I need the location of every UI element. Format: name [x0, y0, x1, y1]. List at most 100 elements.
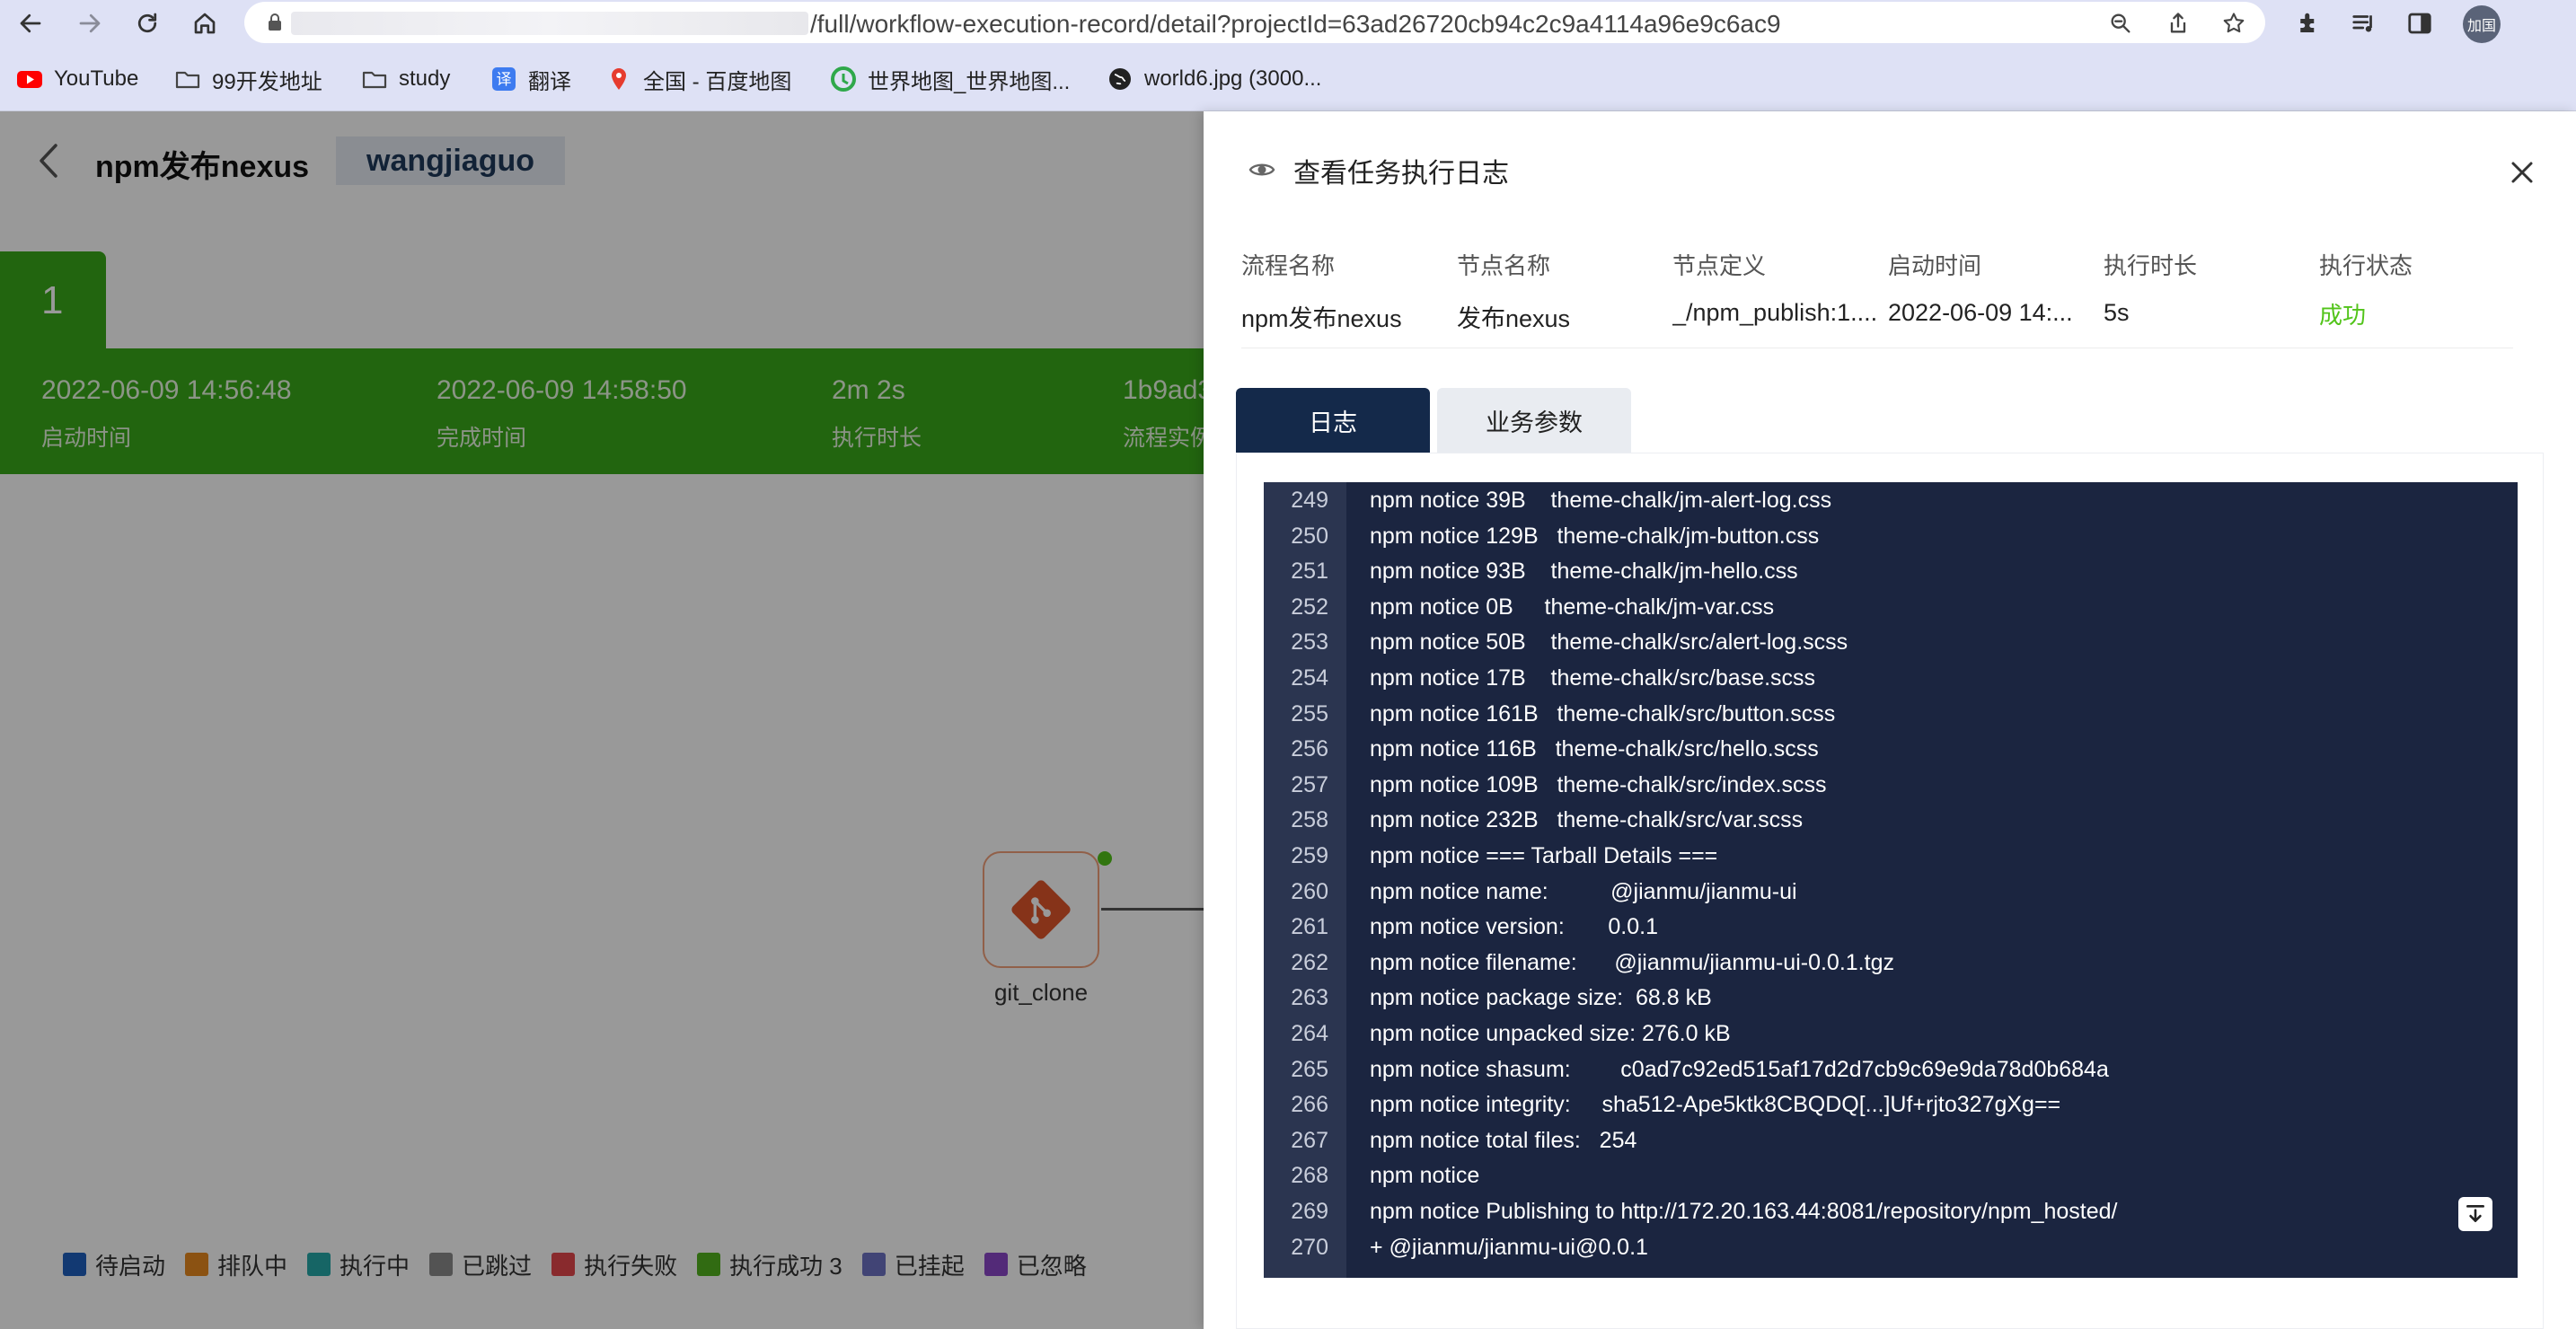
info-column: 流程名称 npm发布nexus [1241, 248, 1450, 334]
log-line: 260 npm notice name: @jianmu/jianmu-ui [1264, 874, 2518, 910]
info-header: 节点定义 [1672, 252, 1767, 279]
log-text: npm notice integrity: sha512-Ape5ktk8CBQ… [1370, 1092, 2061, 1118]
line-number: 264 [1291, 1021, 1328, 1046]
globe-icon [1107, 66, 1134, 92]
line-number: 267 [1291, 1127, 1328, 1153]
modal-mask[interactable] [0, 111, 1204, 1329]
log-text: npm notice [1370, 1163, 1480, 1189]
address-url: /full/workflow-execution-record/detail?p… [810, 10, 1781, 38]
info-value: 2022-06-09 14:... [1888, 299, 2073, 326]
log-line: 267 npm notice total files: 254 [1264, 1122, 2518, 1158]
log-line: 258 npm notice 232B theme-chalk/src/var.s… [1264, 802, 2518, 838]
bookmark-world6[interactable]: world6.jpg (3000... [1107, 63, 1321, 95]
log-text: npm notice 109B theme-chalk/src/index.sc… [1370, 771, 1827, 797]
line-number: 270 [1291, 1234, 1328, 1260]
log-text: npm notice 17B theme-chalk/src/base.scss [1370, 665, 1816, 691]
log-line: 265 npm notice shasum: c0ad7c92ed515af17d… [1264, 1052, 2518, 1087]
youtube-icon [16, 66, 43, 92]
log-line: 257 npm notice 109B theme-chalk/src/index… [1264, 767, 2518, 803]
line-number: 255 [1291, 700, 1328, 726]
info-value: _/npm_publish:1.... [1672, 299, 1878, 326]
info-column: 执行状态 成功 [2319, 248, 2527, 330]
info-column: 启动时间 2022-06-09 14:... [1888, 248, 2096, 327]
translate-icon: 译 [490, 66, 517, 92]
extensions-puzzle-icon[interactable] [2292, 7, 2325, 40]
info-column: 执行时长 5s [2104, 248, 2312, 327]
line-number: 268 [1291, 1163, 1328, 1189]
log-text: npm notice 161B theme-chalk/src/button.s… [1370, 700, 1836, 726]
home-icon[interactable] [187, 5, 223, 41]
info-value: 发布nexus [1457, 305, 1571, 332]
line-number: 262 [1291, 949, 1328, 975]
bookmark-translate[interactable]: 译 翻译 [490, 63, 571, 95]
log-panel: 249 npm notice 39B theme-chalk/jm-alert-l… [1236, 453, 2544, 1329]
line-number: 269 [1291, 1199, 1328, 1224]
address-bar[interactable]: /full/workflow-execution-record/detail?p… [244, 2, 2265, 43]
bookmark-world-map[interactable]: 世界地图_世界地图... [830, 63, 1070, 95]
line-number: 260 [1291, 878, 1328, 904]
line-number: 259 [1291, 843, 1328, 868]
close-icon[interactable] [2506, 156, 2538, 189]
tab-log[interactable]: 日志 [1236, 388, 1430, 453]
info-header: 启动时间 [1888, 252, 1982, 279]
scroll-to-bottom-button[interactable] [2458, 1197, 2492, 1231]
bookmark-folder-99[interactable]: 99开发地址 [174, 63, 322, 95]
log-line: 254 npm notice 17B theme-chalk/src/base.s… [1264, 660, 2518, 696]
bookmark-youtube[interactable]: YouTube [16, 63, 138, 95]
log-line: 250 npm notice 129B theme-chalk/jm-button… [1264, 518, 2518, 554]
line-number: 261 [1291, 914, 1328, 940]
log-line: 264 npm notice unpacked size: 276.0 kB [1264, 1016, 2518, 1052]
forward-arrow-icon[interactable] [72, 5, 108, 41]
scroll-bottom-icon [2466, 1205, 2484, 1222]
log-line: 268 npm notice [1264, 1157, 2518, 1193]
log-line: 256 npm notice 116B theme-chalk/src/hello… [1264, 731, 2518, 767]
info-column: 节点定义 _/npm_publish:1.... [1672, 248, 1881, 327]
log-line: 249 npm notice 39B theme-chalk/jm-alert-l… [1264, 482, 2518, 518]
log-viewer[interactable]: 249 npm notice 39B theme-chalk/jm-alert-l… [1264, 482, 2518, 1278]
media-queue-icon[interactable] [2348, 7, 2380, 40]
log-text: npm notice total files: 254 [1370, 1127, 1637, 1153]
log-text: npm notice 0B theme-chalk/jm-var.css [1370, 594, 1775, 620]
log-text: npm notice === Tarball Details === [1370, 843, 1718, 868]
info-header: 执行时长 [2104, 252, 2198, 279]
log-line: 253 npm notice 50B theme-chalk/src/alert-… [1264, 624, 2518, 660]
log-text: npm notice filename: @jianmu/jianmu-ui-0… [1370, 949, 1894, 975]
log-text: npm notice 93B theme-chalk/jm-hello.css [1370, 559, 1798, 585]
share-icon[interactable] [2163, 8, 2193, 39]
line-number: 263 [1291, 985, 1328, 1011]
log-line: 252 npm notice 0B theme-chalk/jm-var.css [1264, 589, 2518, 625]
tab-business-params[interactable]: 业务参数 [1437, 388, 1631, 453]
drawer-title: 查看任务执行日志 [1293, 159, 1509, 189]
folder-icon [174, 66, 201, 92]
line-number: 258 [1291, 807, 1328, 833]
browser-toolbar: /full/workflow-execution-record/detail?p… [0, 0, 2576, 47]
log-text: npm notice package size: 68.8 kB [1370, 985, 1712, 1011]
globe-c-icon [830, 66, 857, 92]
log-line: 262 npm notice filename: @jianmu/jianmu-u… [1264, 945, 2518, 981]
log-line: 259 npm notice === Tarball Details === [1264, 838, 2518, 874]
zoom-icon[interactable] [2105, 8, 2136, 39]
line-number: 249 [1291, 488, 1328, 513]
line-number: 253 [1291, 629, 1328, 656]
log-text: npm notice 39B theme-chalk/jm-alert-log.… [1370, 488, 1832, 513]
profile-avatar[interactable]: 加国 [2463, 5, 2501, 43]
log-text: npm notice version: 0.0.1 [1370, 914, 1658, 940]
status-badge: 成功 [2319, 302, 2367, 329]
folder-icon [361, 66, 388, 92]
log-text: npm notice Publishing to http://172.20.1… [1370, 1199, 2118, 1224]
bookmark-baidu-map[interactable]: 全国 - 百度地图 [605, 63, 791, 95]
log-line: 266 npm notice integrity: sha512-Ape5ktk8… [1264, 1087, 2518, 1122]
line-number: 250 [1291, 523, 1328, 549]
info-value: npm发布nexus [1241, 305, 1402, 332]
bookmark-folder-study[interactable]: study [361, 63, 450, 95]
log-line: 261 npm notice version: 0.0.1 [1264, 909, 2518, 945]
back-arrow-icon[interactable] [13, 5, 49, 41]
log-text: npm notice 232B theme-chalk/src/var.scss [1370, 807, 1804, 833]
eye-icon [1248, 163, 1275, 176]
reload-icon[interactable] [129, 5, 165, 41]
log-line: 263 npm notice package size: 68.8 kB [1264, 980, 2518, 1016]
star-icon[interactable] [2219, 8, 2249, 39]
line-number: 251 [1291, 559, 1328, 585]
info-header: 流程名称 [1241, 252, 1336, 279]
side-panel-icon[interactable] [2404, 7, 2436, 40]
